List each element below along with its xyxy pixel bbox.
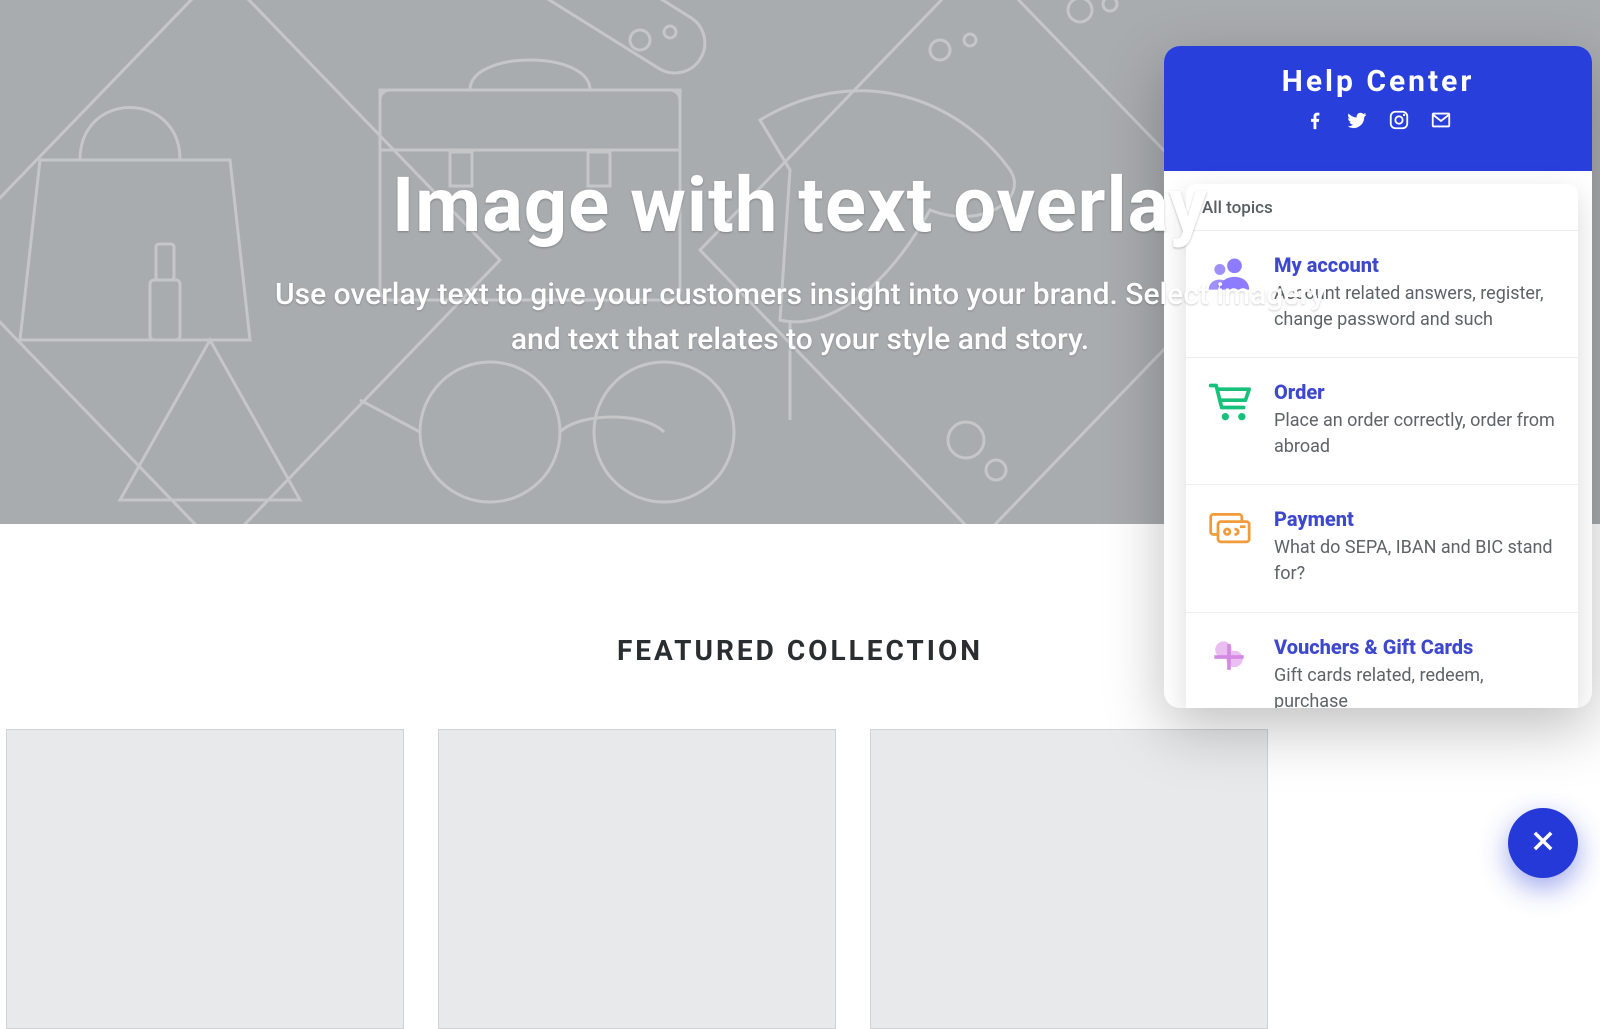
hero-subtitle: Use overlay text to give your customers …	[250, 272, 1350, 362]
topic-title: Vouchers & Gift Cards	[1274, 635, 1558, 659]
credit-card-icon	[1206, 507, 1252, 553]
product-card[interactable]	[870, 729, 1268, 1029]
product-card[interactable]	[6, 729, 404, 1029]
cart-icon	[1206, 380, 1252, 426]
hero-title: Image with text overlay	[250, 160, 1350, 250]
product-row	[0, 729, 1600, 1029]
close-icon	[1529, 827, 1557, 859]
topic-title: Payment	[1274, 507, 1558, 531]
close-help-button[interactable]	[1508, 808, 1578, 878]
gift-icon	[1206, 635, 1252, 681]
topic-payment[interactable]: Payment What do SEPA, IBAN and BIC stand…	[1186, 485, 1578, 612]
topic-desc: Gift cards related, redeem, purchase	[1274, 663, 1558, 708]
mail-icon[interactable]	[1430, 109, 1452, 131]
topic-desc: What do SEPA, IBAN and BIC stand for?	[1274, 535, 1558, 587]
topic-desc: Place an order correctly, order from abr…	[1274, 408, 1558, 460]
topic-vouchers[interactable]: Vouchers & Gift Cards Gift cards related…	[1186, 613, 1578, 708]
topic-order[interactable]: Order Place an order correctly, order fr…	[1186, 358, 1578, 485]
topic-title: Order	[1274, 380, 1558, 404]
instagram-icon[interactable]	[1388, 109, 1410, 131]
product-card[interactable]	[438, 729, 836, 1029]
